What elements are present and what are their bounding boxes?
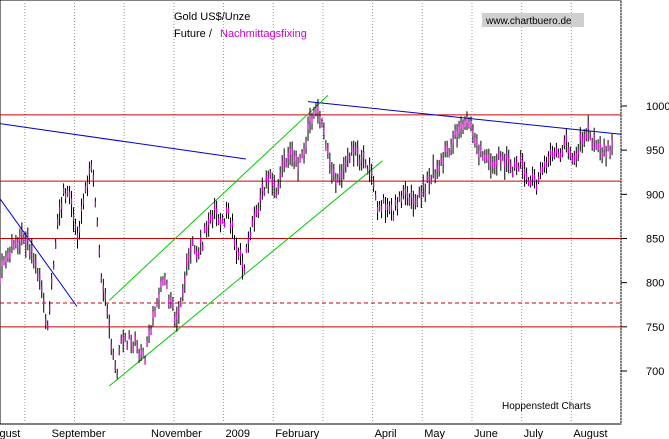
y-tick-label: 900: [646, 189, 664, 201]
x-tick-label: 2009: [226, 428, 250, 439]
x-axis: August September November 2009 February April…: [0, 428, 608, 439]
x-tick-label: May: [424, 428, 445, 439]
x-tick-label: July: [524, 428, 544, 439]
x-tick-label: February: [275, 428, 320, 439]
y-tick-label: 700: [646, 366, 664, 378]
chart-subtitle-fixing: Nachmittagsfixing: [220, 28, 307, 40]
chart-subtitle-future: Future /: [174, 28, 213, 40]
y-tick-label: 1000: [646, 101, 669, 113]
y-tick-label: 800: [646, 278, 664, 290]
x-tick-label: April: [375, 428, 397, 439]
source-label: Hoppenstedt Charts: [502, 401, 591, 412]
chart-title: Gold US$/Unze: [174, 11, 250, 23]
y-tick-label: 850: [646, 234, 664, 246]
x-tick-label: November: [151, 428, 202, 439]
watermark: www.chartbuero.de: [485, 16, 572, 27]
y-tick-label: 950: [646, 145, 664, 157]
x-tick-label: June: [474, 428, 498, 439]
x-tick-label: August: [573, 428, 607, 439]
y-axis: 700 750 800 850 900 950 1000: [621, 101, 669, 378]
y-tick-label: 750: [646, 322, 664, 334]
chart-container: 700 750 800 850 900 950 1000 August September No…: [0, 0, 669, 439]
gold-price-chart: 700 750 800 850 900 950 1000 August September No…: [0, 0, 669, 439]
x-tick-label: August: [0, 428, 20, 439]
x-tick-label: September: [52, 428, 106, 439]
plot-frame: [0, 0, 622, 425]
